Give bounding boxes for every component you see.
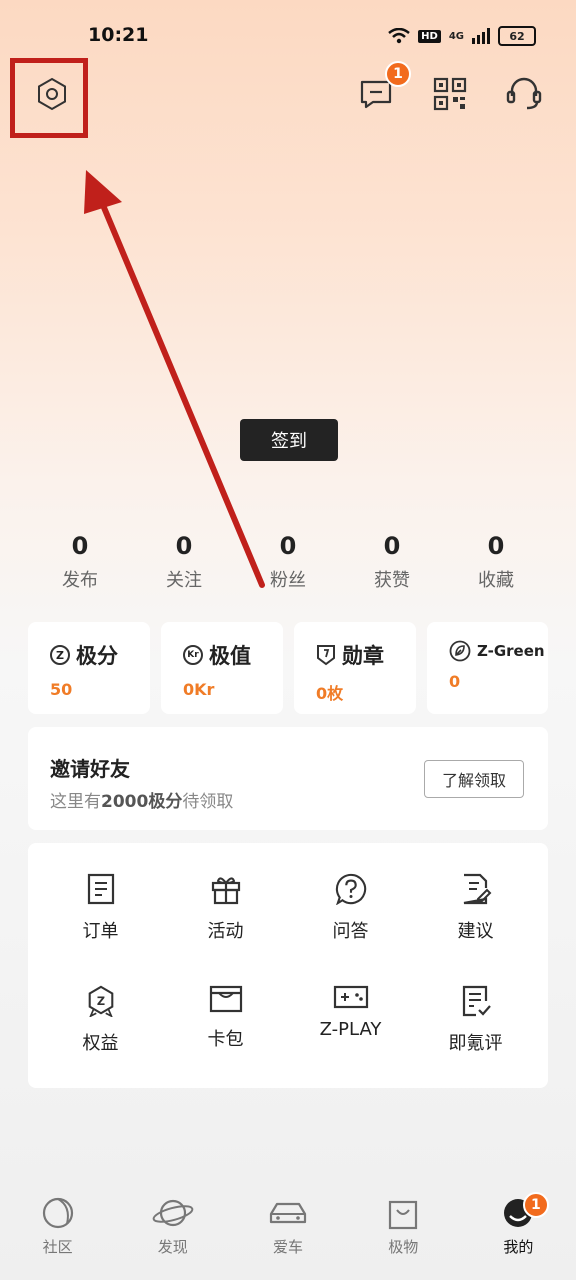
- nav-label: 发现: [157, 1238, 188, 1256]
- service-label: 问答: [332, 921, 369, 942]
- asset-card-points[interactable]: Z 极分 50: [28, 622, 150, 714]
- nav-discover[interactable]: 发现: [115, 1196, 230, 1280]
- card-wallet-icon: [209, 985, 242, 1013]
- service-label: Z-PLAY: [319, 1019, 382, 1040]
- asset-title: 极值: [209, 644, 251, 668]
- service-activity[interactable]: 活动: [163, 843, 288, 943]
- stat-favorites[interactable]: 0 收藏: [444, 532, 548, 592]
- invite-learn-button[interactable]: 了解领取: [424, 760, 524, 798]
- asset-card-zgreen[interactable]: Z-Green 0: [427, 622, 548, 714]
- stat-value: 0: [175, 532, 193, 560]
- service-suggestion[interactable]: 建议: [413, 843, 538, 943]
- stat-label: 收藏: [478, 570, 514, 591]
- planet-icon: [152, 1199, 194, 1227]
- svg-text:Z: Z: [96, 995, 104, 1008]
- asset-value: 0枚: [316, 684, 344, 703]
- services-card: 订单 活动 问答 建议 Z 权益 卡包 Z-PLAY 即氪评: [28, 843, 548, 1088]
- stat-label: 粉丝: [270, 570, 306, 591]
- bottom-nav: 社区 发现 爱车 极物 我的 1: [0, 1192, 576, 1280]
- service-label: 订单: [82, 921, 119, 942]
- service-qa[interactable]: 问答: [288, 843, 413, 943]
- z-points-icon: Z: [50, 645, 70, 665]
- stat-label: 获赞: [374, 570, 410, 591]
- service-order[interactable]: 订单: [38, 843, 163, 943]
- question-icon: [335, 873, 366, 905]
- stat-likes[interactable]: 0 获赞: [340, 532, 444, 592]
- asset-title: 极分: [76, 644, 118, 668]
- review-icon: [462, 985, 491, 1017]
- nav-shop[interactable]: 极物: [346, 1196, 461, 1280]
- asset-title: Z-Green: [477, 642, 545, 660]
- nav-mine-badge: 1: [522, 1192, 549, 1218]
- medal-icon: [317, 645, 335, 666]
- service-card-wallet[interactable]: 卡包: [163, 955, 288, 1055]
- stats-row: 0 发布 0 关注 0 粉丝 0 获赞 0 收藏: [28, 532, 548, 592]
- stat-value: 0: [383, 532, 401, 560]
- nav-label: 我的: [503, 1238, 534, 1256]
- nav-label: 社区: [42, 1238, 73, 1256]
- stat-value: 0: [487, 532, 505, 560]
- service-label: 卡包: [207, 1029, 244, 1050]
- asset-title: 勋章: [342, 644, 384, 668]
- leaf-icon: [449, 640, 471, 662]
- gamepad-icon: [333, 985, 368, 1009]
- shopping-bag-icon: [389, 1200, 418, 1230]
- order-icon: [87, 873, 114, 905]
- car-icon: [269, 1202, 307, 1224]
- kr-icon: Kr: [183, 645, 203, 665]
- nav-community[interactable]: 社区: [0, 1196, 115, 1280]
- suggestion-icon: [463, 873, 491, 905]
- asset-card-kr[interactable]: Kr 极值 0Kr: [161, 622, 283, 714]
- asset-value: 50: [50, 680, 73, 699]
- nav-car[interactable]: 爱车: [230, 1196, 345, 1280]
- stat-label: 关注: [166, 570, 202, 591]
- service-zplay[interactable]: Z-PLAY: [288, 955, 413, 1055]
- nav-label: 爱车: [273, 1238, 304, 1256]
- stat-value: 0: [279, 532, 297, 560]
- stat-value: 0: [71, 532, 89, 560]
- invite-subtitle: 这里有2000极分待领取: [50, 792, 234, 812]
- service-review[interactable]: 即氪评: [413, 955, 538, 1055]
- stat-posts[interactable]: 0 发布: [28, 532, 132, 592]
- asset-value: 0: [449, 672, 461, 691]
- invite-card: 邀请好友 这里有2000极分待领取 了解领取: [28, 727, 548, 830]
- service-benefits[interactable]: Z 权益: [38, 955, 163, 1055]
- stat-followers[interactable]: 0 粉丝: [236, 532, 340, 592]
- invite-title: 邀请好友: [50, 757, 130, 781]
- asset-value: 0Kr: [183, 680, 215, 699]
- nav-label: 极物: [388, 1238, 419, 1256]
- nav-mine[interactable]: 我的 1: [461, 1192, 576, 1280]
- service-label: 即氪评: [448, 1033, 503, 1054]
- stat-label: 发布: [62, 570, 98, 591]
- annotation-arrow: [84, 170, 265, 588]
- community-icon: [42, 1197, 73, 1229]
- service-label: 权益: [82, 1033, 119, 1054]
- stat-following[interactable]: 0 关注: [132, 532, 236, 592]
- gift-icon: [211, 877, 240, 905]
- signin-button[interactable]: 签到: [240, 419, 338, 461]
- service-label: 活动: [207, 921, 244, 942]
- benefit-icon: Z: [88, 985, 113, 1017]
- service-label: 建议: [457, 921, 494, 942]
- asset-card-medals[interactable]: 勋章 0枚: [294, 622, 416, 714]
